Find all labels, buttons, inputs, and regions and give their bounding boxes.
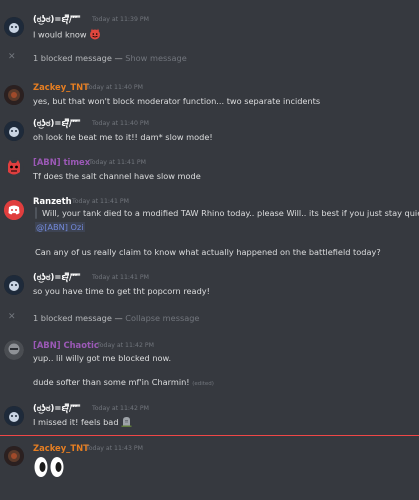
message-line: dude softer than some mf'in Charmin! (33, 377, 190, 387)
headstone-emoji (121, 416, 132, 429)
timestamp: Today at 11:42 PM (97, 342, 154, 349)
avatar[interactable] (4, 340, 24, 360)
blocked-label: 1 blocked message — (33, 53, 126, 63)
new-messages-divider (0, 435, 419, 436)
message-text: Can any of us really claim to know what … (35, 247, 381, 257)
edited-label: (edited) (192, 381, 214, 387)
timestamp: Today at 11:42 PM (92, 405, 149, 412)
timestamp: Today at 11:39 PM (92, 16, 149, 23)
user-mention[interactable]: @[ABN] Ozi (35, 222, 85, 232)
avatar[interactable] (4, 200, 24, 220)
author-name[interactable]: (ಠ͜ʖಠ)=ε/̵͇̿̿/'̿'̿ ̿ (33, 403, 80, 414)
avatar[interactable] (4, 158, 24, 178)
message-text: so you have time to get tht popcorn read… (33, 286, 210, 296)
timestamp: Today at 11:40 PM (92, 120, 149, 127)
close-icon[interactable]: ✕ (8, 312, 16, 322)
show-message-link[interactable]: Show message (125, 53, 187, 63)
blocked-label: 1 blocked message — (33, 313, 126, 323)
message-text: yup.. lil willy got me blocked now. (33, 353, 172, 363)
collapse-message-link[interactable]: Collapse message (125, 313, 199, 323)
timestamp: Today at 11:40 PM (86, 84, 143, 91)
blocked-message-text: 1 blocked message — Show message (33, 53, 187, 63)
grinning-devil-emoji (89, 28, 101, 42)
message-text: I missed it! feels bad (33, 416, 132, 429)
message-line: I would know (33, 29, 87, 40)
avatar[interactable] (4, 275, 24, 295)
message-text: dude softer than some mf'in Charmin! (ed… (33, 377, 214, 387)
message-line: I missed it! feels bad (33, 417, 119, 427)
author-name[interactable]: Zackey_TNT (33, 82, 89, 92)
quote-text: Will, your tank died to a modified TAW R… (42, 208, 419, 218)
message-text: Tf does the salt channel have slow mode (33, 171, 201, 181)
author-name[interactable]: (ಠ͜ʖಠ)=ε/̵͇̿̿/'̿'̿ ̿ (33, 14, 80, 25)
message-text: yes, but that won't block moderator func… (33, 96, 321, 106)
timestamp: Today at 11:41 PM (89, 159, 146, 166)
timestamp: Today at 11:43 PM (86, 445, 143, 452)
message-text: I would know (33, 28, 101, 42)
author-name[interactable]: (ಠ͜ʖಠ)=ε/̵͇̿̿/'̿'̿ ̿ (33, 272, 80, 283)
message-text: oh look he beat me to it!! dam* slow mod… (33, 132, 213, 142)
author-name[interactable]: [ABN] Chaotic (33, 340, 99, 350)
avatar[interactable] (4, 446, 24, 466)
close-icon[interactable]: ✕ (8, 52, 16, 62)
timestamp: Today at 11:41 PM (72, 198, 129, 205)
author-name[interactable]: [ABN] timex (33, 157, 90, 167)
author-name[interactable]: (ಠ͜ʖಠ)=ε/̵͇̿̿/'̿'̿ ̿ (33, 118, 80, 129)
avatar[interactable] (4, 17, 24, 37)
avatar[interactable] (4, 121, 24, 141)
avatar[interactable] (4, 85, 24, 105)
eyes-emoji (33, 456, 65, 480)
blocked-message-text: 1 blocked message — Collapse message (33, 313, 199, 323)
author-name[interactable]: Zackey_TNT (33, 443, 89, 453)
author-name[interactable]: Ranzeth (33, 196, 72, 206)
timestamp: Today at 11:41 PM (92, 274, 149, 281)
avatar[interactable] (4, 406, 24, 426)
quote-bar (35, 207, 37, 219)
